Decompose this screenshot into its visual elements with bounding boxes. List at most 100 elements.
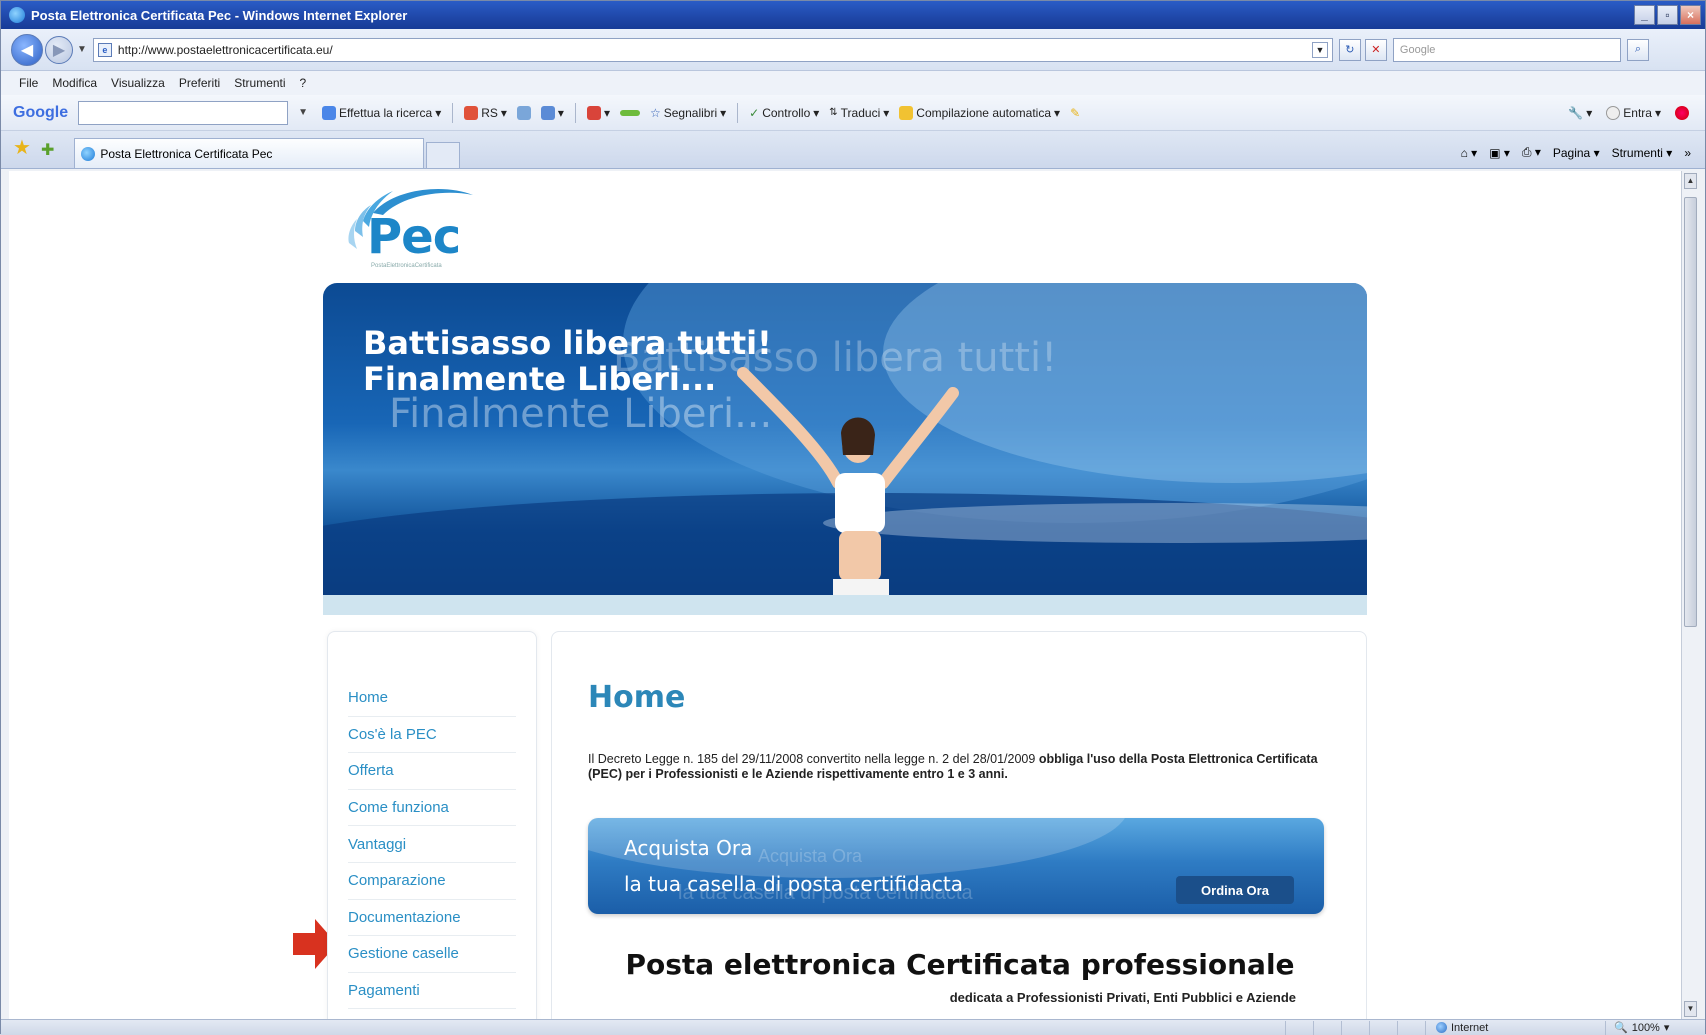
- google-tools-icon[interactable]: 🔧 ▾: [1566, 106, 1594, 120]
- nav-item-vantaggi[interactable]: Vantaggi: [348, 826, 516, 863]
- order-now-button[interactable]: Ordina Ora: [1176, 876, 1294, 904]
- signin-icon: [1606, 105, 1621, 120]
- bookmarks-button[interactable]: ☆ Segnalibri ▾: [648, 106, 728, 120]
- intro-paragraph: Il Decreto Legge n. 185 del 29/11/2008 c…: [588, 752, 1328, 782]
- google-search-input[interactable]: [78, 100, 289, 125]
- chevron-more-icon[interactable]: »: [1684, 146, 1691, 160]
- close-button[interactable]: ×: [1680, 5, 1701, 25]
- nav-item-home[interactable]: Home: [348, 680, 516, 717]
- signin-button[interactable]: Entra ▾: [1604, 105, 1663, 120]
- add-favorites-icon[interactable]: ✚: [41, 140, 54, 160]
- new-tab-button[interactable]: [426, 142, 461, 168]
- scroll-up-icon[interactable]: ▲: [1684, 173, 1697, 189]
- popup-blocker-icon[interactable]: ▾: [585, 105, 612, 120]
- google-search-dropdown-icon[interactable]: ▼: [298, 107, 308, 118]
- nav-item-documentazione[interactable]: Documentazione: [348, 900, 516, 937]
- feeds-icon[interactable]: ▣ ▾: [1489, 146, 1510, 160]
- settings-icon[interactable]: [1673, 105, 1691, 120]
- security-zone[interactable]: Internet: [1425, 1020, 1605, 1035]
- address-input[interactable]: e http://www.postaelettronicacertificata…: [92, 37, 1333, 62]
- back-button[interactable]: ◀: [11, 33, 43, 66]
- pagerank-icon[interactable]: [618, 109, 642, 116]
- browser-window: Posta Elettronica Certificata Pec - Wind…: [0, 0, 1706, 1035]
- menu-strumenti[interactable]: Strumenti: [234, 76, 285, 90]
- print-icon[interactable]: ⎙ ▾: [1522, 145, 1541, 160]
- cta-line2: la tua casella di posta certifidacta: [624, 872, 963, 896]
- menu-bar: File Modifica Visualizza Preferiti Strum…: [1, 71, 1705, 95]
- logo-text: Pec: [367, 209, 461, 265]
- page-menu-button[interactable]: Pagina ▾: [1553, 146, 1600, 160]
- google-search-icon: [322, 105, 337, 120]
- menu-preferiti[interactable]: Preferiti: [179, 76, 220, 90]
- pec-logo[interactable]: Pec PostaElettronicaCertificata: [333, 181, 483, 271]
- page-viewport: Pec PostaElettronicaCertificata Battisas…: [9, 171, 1685, 1019]
- navigate-icon[interactable]: ▾: [539, 105, 566, 120]
- scrollbar-thumb[interactable]: [1684, 197, 1697, 627]
- stop-icon[interactable]: ✕: [1364, 38, 1387, 61]
- banner-line1: Battisasso libera tutti!: [363, 324, 772, 362]
- zoom-level: 100%: [1631, 1021, 1660, 1034]
- spellcheck-button[interactable]: ✓ Controllo ▾: [747, 106, 821, 120]
- nav-item-come-funziona[interactable]: Come funziona: [348, 790, 516, 827]
- highlighter-icon[interactable]: ✎: [1068, 106, 1082, 120]
- translate-icon: ⇅: [829, 107, 838, 118]
- search-icon[interactable]: ⌕: [1626, 38, 1649, 61]
- scroll-down-icon[interactable]: ▼: [1684, 1001, 1697, 1017]
- nav-item-offerta[interactable]: Offerta: [348, 753, 516, 790]
- nav-item-comparazione[interactable]: Comparazione: [348, 863, 516, 900]
- google-search-button[interactable]: Effettua la ricerca ▾: [320, 105, 443, 120]
- command-bar: ⌂ ▾ ▣ ▾ ⎙ ▾ Pagina ▾ Strumenti ▾ »: [1461, 145, 1705, 160]
- menu-visualizza[interactable]: Visualizza: [111, 76, 165, 90]
- favorites-star-icon[interactable]: ★: [13, 135, 31, 160]
- search-input[interactable]: Google: [1392, 37, 1621, 62]
- zoom-icon: 🔍: [1614, 1022, 1628, 1034]
- tab-active[interactable]: Posta Elettronica Certificata Pec: [74, 138, 425, 168]
- google-toolbar: Google ▼ Effettua la ricerca ▾ RS ▾ ▾ ▾ …: [1, 95, 1705, 131]
- spellcheck-icon: ✓: [749, 105, 760, 120]
- intro-plain: Il Decreto Legge n. 185 del 29/11/2008 c…: [588, 752, 1039, 766]
- menu-file[interactable]: File: [19, 76, 38, 90]
- cta-ghost-line1: Acquista Ora: [758, 846, 863, 866]
- rs-button[interactable]: RS ▾: [462, 105, 509, 120]
- address-row: ◀ ▶ ▼ e http://www.postaelettronicacerti…: [1, 29, 1705, 71]
- banner-line2: Finalmente Liberi...: [363, 360, 717, 398]
- google-logo: Google: [13, 103, 69, 121]
- main-content: Home Il Decreto Legge n. 185 del 29/11/2…: [551, 631, 1367, 1019]
- star-icon: ☆: [649, 105, 661, 120]
- tab-title: Posta Elettronica Certificata Pec: [100, 146, 273, 161]
- nav-item-gestione-caselle[interactable]: Gestione caselle: [348, 936, 516, 973]
- autofill-button[interactable]: Compilazione automatica ▾: [897, 105, 1062, 120]
- banner-strip: [323, 595, 1367, 615]
- share-icon[interactable]: [515, 105, 533, 120]
- vertical-scrollbar[interactable]: ▲ ▼: [1681, 171, 1699, 1019]
- nav-item-pagamenti[interactable]: Pagamenti: [348, 973, 516, 1010]
- zoom-dropdown-icon[interactable]: ▾: [1664, 1021, 1670, 1034]
- menu-help[interactable]: ?: [300, 76, 307, 90]
- section-title: Posta elettronica Certificata profession…: [625, 948, 1295, 981]
- rs-icon: [464, 105, 479, 120]
- status-bar: Internet 🔍 100% ▾: [1, 1019, 1705, 1035]
- title-bar: Posta Elettronica Certificata Pec - Wind…: [1, 1, 1705, 29]
- logo-subtitle: PostaElettronicaCertificata: [371, 263, 442, 269]
- nav-item-cos-e-la-pec[interactable]: Cos'è la PEC: [348, 717, 516, 754]
- home-icon[interactable]: ⌂ ▾: [1461, 146, 1478, 160]
- minimize-button[interactable]: _: [1634, 5, 1655, 25]
- tools-menu-button[interactable]: Strumenti ▾: [1612, 146, 1673, 160]
- buy-now-banner[interactable]: Acquista Ora la tua casella di posta cer…: [588, 818, 1324, 914]
- section-subtitle: dedicata a Professionisti Privati, Enti …: [949, 990, 1296, 1005]
- forward-button[interactable]: ▶: [45, 35, 73, 64]
- translate-button[interactable]: ⇅ Traduci ▾: [827, 106, 891, 120]
- tab-favicon-icon: [81, 146, 96, 161]
- refresh-icon[interactable]: ↻: [1338, 38, 1361, 61]
- zoom-control[interactable]: 🔍 100% ▾: [1605, 1020, 1705, 1035]
- left-navigation: Home Cos'è la PEC Offerta Come funziona …: [327, 631, 537, 1019]
- cta-line1: Acquista Ora: [624, 836, 753, 860]
- address-url: http://www.postaelettronicacertificata.e…: [117, 42, 333, 57]
- menu-modifica[interactable]: Modifica: [52, 76, 97, 90]
- maximize-button[interactable]: ▫: [1657, 5, 1678, 25]
- address-dropdown-icon[interactable]: ▼: [1311, 41, 1328, 58]
- ie-logo-icon: [9, 7, 25, 23]
- tab-row: ★ ✚ Posta Elettronica Certificata Pec ⌂ …: [1, 131, 1705, 169]
- woman-figure-image: [737, 367, 959, 595]
- history-dropdown-icon[interactable]: ▼: [77, 44, 87, 55]
